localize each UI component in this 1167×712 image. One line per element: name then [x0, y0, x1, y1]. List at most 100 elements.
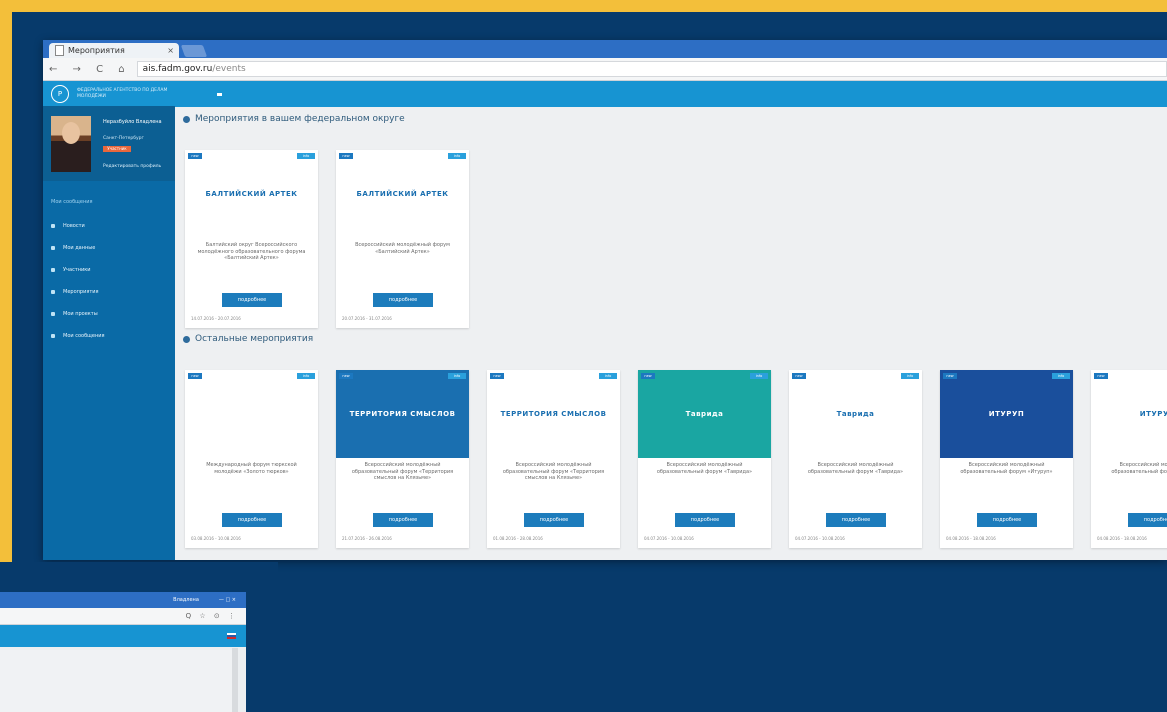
event-card[interactable]: ИТУРУПnewinfoВсероссийский молодёжный об… — [1091, 370, 1167, 548]
event-description: Всероссийский молодёжный образовательный… — [960, 462, 1053, 475]
details-button[interactable]: подробнее — [222, 293, 282, 307]
address-bar: ← → C ⌂ ais.fadm.gov.ru /events — [43, 58, 1167, 81]
event-description: Всероссийский молодёжный образовательный… — [351, 462, 454, 481]
second-app-header — [0, 625, 246, 647]
event-date: 04.07.2016 - 10.08.2016 — [644, 536, 694, 541]
event-date: 03.08.2016 - 10.08.2016 — [191, 536, 241, 541]
new-tag: new — [641, 373, 655, 379]
event-logo-text: Таврида — [685, 410, 724, 418]
section-federal-title: Мероприятия в вашем федеральном округе — [195, 114, 405, 124]
event-date: 01.08.2016 - 28.08.2016 — [493, 536, 543, 541]
event-image[interactable]: ИТУРУП — [1091, 370, 1167, 458]
info-tag: info — [448, 153, 466, 159]
browser-user-label[interactable]: Владлена — [173, 597, 199, 603]
sidebar-item[interactable]: Мои данные — [43, 237, 175, 259]
second-address-bar[interactable]: Q ☆ ⊙ ⋮ — [0, 608, 246, 625]
new-tag: new — [792, 373, 806, 379]
sidebar-item-label: Мои данные — [63, 245, 96, 251]
details-button[interactable]: подробнее — [675, 513, 735, 527]
profile-name: Неразбуйло Владлена — [103, 119, 162, 125]
section-federal: Мероприятия в вашем федеральном округе — [183, 114, 405, 124]
second-page-body — [0, 650, 232, 712]
event-card[interactable]: new info Международный форум тюркской моло… — [185, 370, 318, 548]
window-controls[interactable]: — □ × — [219, 597, 236, 603]
event-card[interactable]: Таврида new info Всероссийский молодёжный о… — [789, 370, 922, 548]
sidebar-item[interactable]: Участники — [43, 259, 175, 281]
details-button[interactable]: подробнее — [1128, 513, 1167, 527]
event-image[interactable]: Таврида — [789, 370, 922, 458]
event-logo-text: ТЕРРИТОРИЯ СМЫСЛОВ — [349, 410, 456, 418]
event-image[interactable]: ТЕРРИТОРИЯ СМЫСЛОВ — [487, 370, 620, 458]
sidebar-item[interactable]: Новости — [43, 215, 175, 237]
sidebar-item[interactable]: Мои проекты — [43, 303, 175, 325]
app-logo-icon[interactable]: Р — [51, 85, 69, 103]
event-card[interactable]: Таврида new info Всероссийский молодёжный о… — [638, 370, 771, 548]
profile-panel: Неразбуйло Владлена Санкт-Петербург Учас… — [43, 106, 175, 181]
event-description: Всероссийский молодёжный образовательный… — [502, 462, 605, 481]
sidebar-item[interactable]: Мои сообщения — [43, 325, 175, 347]
section-other: Остальные мероприятия — [183, 334, 313, 344]
event-date: 21.07.2016 - 26.08.2016 — [342, 536, 392, 541]
menu-item-icon — [51, 312, 55, 316]
menu-toggle-icon[interactable] — [217, 92, 222, 96]
new-tag: new — [490, 373, 504, 379]
details-button[interactable]: подробнее — [222, 513, 282, 527]
event-description: Всероссийский молодёжный форум «Балтийск… — [355, 242, 450, 255]
browser-tab[interactable]: Мероприятия × — [49, 43, 179, 58]
event-image[interactable]: Таврида — [638, 370, 771, 458]
event-date: 04.08.2016 - 18.08.2016 — [946, 536, 996, 541]
event-image[interactable]: БАЛТИЙСКИЙ АРТЕК — [185, 150, 318, 238]
second-browser-window: Владлена — □ × Q ☆ ⊙ ⋮ — [0, 592, 246, 712]
event-logo-text: ИТУРУП — [1139, 410, 1167, 418]
new-tag: new — [188, 373, 202, 379]
new-tag: new — [943, 373, 957, 379]
section-other-title: Остальные мероприятия — [195, 334, 314, 344]
info-tag: info — [1052, 373, 1070, 379]
edit-profile-link[interactable]: Редактировать профиль — [103, 164, 161, 169]
new-tag: new — [339, 373, 353, 379]
info-tag: info — [297, 153, 315, 159]
tab-bar: Мероприятия × — [43, 40, 1167, 58]
event-card[interactable]: ТЕРРИТОРИЯ СМЫСЛОВ new info Всероссийский м… — [336, 370, 469, 548]
sidebar-item-label: Мои сообщения — [63, 333, 105, 339]
main-content: Мероприятия в вашем федеральном округе Б… — [175, 106, 1167, 560]
details-button[interactable]: подробнее — [373, 513, 433, 527]
avatar[interactable] — [51, 116, 91, 172]
details-button[interactable]: подробнее — [977, 513, 1037, 527]
event-card[interactable]: ТЕРРИТОРИЯ СМЫСЛОВ new info Всероссийский м… — [487, 370, 620, 548]
event-description: Международный форум тюркской молодёжи «З… — [206, 462, 297, 475]
sidebar-item[interactable]: Мероприятия — [43, 281, 175, 303]
url-path: /events — [212, 64, 246, 74]
event-image[interactable]: БАЛТИЙСКИЙ АРТЕК — [336, 150, 469, 238]
event-logo-text: БАЛТИЙСКИЙ АРТЕК — [205, 190, 298, 198]
event-card[interactable]: БАЛТИЙСКИЙ АРТЕК new info Балтийский округ … — [185, 150, 318, 328]
navigation-buttons[interactable]: ← → C ⌂ — [49, 64, 131, 75]
new-tag: new — [188, 153, 202, 159]
tab-title: Мероприятия — [68, 46, 125, 55]
event-logo-text: ТЕРРИТОРИЯ СМЫСЛОВ — [500, 410, 607, 418]
event-date: 04.07.2016 - 10.08.2016 — [795, 536, 845, 541]
scrollbar[interactable] — [232, 648, 238, 712]
url-domain: ais.fadm.gov.ru — [142, 64, 213, 74]
event-description: Всероссийский молодёжный образовательный… — [656, 462, 753, 475]
document-icon — [55, 45, 64, 56]
new-tab-button[interactable] — [180, 45, 208, 57]
event-logo-text: Таврида — [836, 410, 875, 418]
language-flag-icon[interactable] — [227, 633, 236, 639]
sidebar-heading: Мои сообщения — [51, 199, 93, 205]
event-card[interactable]: ИТУРУПnew info Всероссийский молодёжный об… — [940, 370, 1073, 548]
tab-close-icon[interactable]: × — [167, 46, 174, 55]
info-tag: info — [448, 373, 466, 379]
browser-window: Мероприятия × ← → C ⌂ ais.fadm.gov.ru /e… — [43, 40, 1167, 560]
details-button[interactable]: подробнее — [826, 513, 886, 527]
app-header: Р ФЕДЕРАЛЬНОЕ АГЕНТСТВО ПО ДЕЛАМ МОЛОДЁЖ… — [43, 81, 1167, 107]
event-image[interactable]: ИТУРУП — [940, 370, 1073, 458]
menu-item-icon — [51, 334, 55, 338]
event-image[interactable]: ТЕРРИТОРИЯ СМЫСЛОВ — [336, 370, 469, 458]
event-card[interactable]: БАЛТИЙСКИЙ АРТЕК new info Всероссийский мол… — [336, 150, 469, 328]
event-image[interactable] — [185, 370, 318, 458]
details-button[interactable]: подробнее — [373, 293, 433, 307]
url-field[interactable]: ais.fadm.gov.ru /events — [136, 61, 1167, 77]
details-button[interactable]: подробнее — [524, 513, 584, 527]
event-description: Балтийский округ Всероссийского молодёжн… — [197, 242, 306, 261]
